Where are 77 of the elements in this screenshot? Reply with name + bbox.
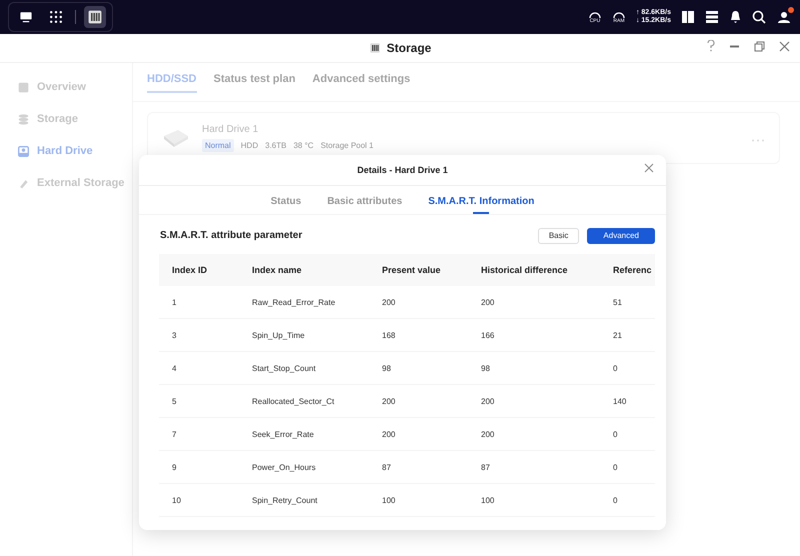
table-cell: 10 bbox=[159, 484, 251, 516]
drive-type: HDD bbox=[240, 141, 258, 150]
table-cell: Start_Stop_Count bbox=[251, 352, 381, 384]
table-cell: 140 bbox=[612, 384, 655, 418]
table-cell: 0 bbox=[612, 418, 655, 450]
panel-icon[interactable] bbox=[681, 10, 695, 24]
window-title: Storage bbox=[386, 41, 432, 55]
drive-name: Hard Drive 1 bbox=[202, 124, 260, 135]
drive-temperature: 38 °C bbox=[293, 141, 314, 150]
tab[interactable]: Status test plan bbox=[214, 71, 296, 93]
tab[interactable]: Status bbox=[270, 196, 302, 214]
table-cell: 0 bbox=[612, 450, 655, 484]
bell-icon[interactable] bbox=[729, 10, 742, 24]
table-cell: 1 bbox=[159, 286, 251, 318]
column-header: Historical difference bbox=[480, 254, 612, 286]
column-header: Index ID bbox=[159, 254, 251, 286]
table-cell: 4 bbox=[159, 352, 251, 384]
drive-pool: Storage Pool 1 bbox=[320, 141, 374, 150]
column-header: Referenc bbox=[612, 254, 655, 286]
table-cell: Spin_Retry_Count bbox=[251, 484, 381, 516]
table-cell: Raw_Read_Error_Rate bbox=[251, 286, 381, 318]
table-cell: 7 bbox=[159, 418, 251, 450]
storage-app-icon[interactable] bbox=[84, 6, 106, 28]
tab[interactable]: S.M.A.R.T. Information bbox=[428, 196, 534, 214]
table-cell: 98 bbox=[381, 352, 480, 384]
drive-icon bbox=[162, 128, 190, 148]
user-icon[interactable] bbox=[776, 10, 792, 24]
table-cell: Reallocated_Sector_Ct bbox=[251, 384, 381, 418]
storage-icon bbox=[18, 114, 29, 124]
sidebar-item[interactable]: Overview bbox=[0, 71, 132, 103]
table-cell: Seek_Error_Rate bbox=[251, 418, 381, 450]
table-cell: 0 bbox=[612, 484, 655, 516]
table-cell: 200 bbox=[381, 286, 480, 318]
table-cell: 168 bbox=[381, 318, 480, 352]
search-icon[interactable] bbox=[752, 10, 766, 24]
close-button[interactable] bbox=[644, 163, 654, 173]
column-header: Index name bbox=[251, 254, 381, 286]
table-cell: 98 bbox=[480, 352, 612, 384]
maximize-button[interactable] bbox=[754, 40, 765, 52]
table-cell: 5 bbox=[159, 384, 251, 418]
external-icon bbox=[18, 178, 29, 188]
tab[interactable]: Advanced settings bbox=[312, 71, 410, 93]
table-cell: Spin_Up_Time bbox=[251, 318, 381, 352]
table-cell: 51 bbox=[612, 286, 655, 318]
drive-size: 3.6TB bbox=[265, 141, 286, 150]
table-cell: 200 bbox=[381, 418, 480, 450]
mode-button[interactable]: Basic bbox=[538, 228, 580, 244]
table-cell: Power_On_Hours bbox=[251, 450, 381, 484]
table-cell: 166 bbox=[480, 318, 612, 352]
table-cell: 87 bbox=[381, 450, 480, 484]
server-icon[interactable] bbox=[705, 10, 719, 24]
table-cell: 200 bbox=[381, 384, 480, 418]
table-cell: 200 bbox=[480, 418, 612, 450]
table-cell: 3 bbox=[159, 318, 251, 352]
table-cell: 200 bbox=[480, 286, 612, 318]
sidebar-item[interactable]: Hard Drive bbox=[0, 135, 132, 167]
status-tag: Normal bbox=[202, 139, 234, 152]
column-header: Present value bbox=[381, 254, 480, 286]
table-cell: 9 bbox=[159, 450, 251, 484]
table-cell: 87 bbox=[480, 450, 612, 484]
sidebar-item[interactable]: Storage bbox=[0, 103, 132, 135]
tab[interactable]: HDD/SSD bbox=[147, 71, 197, 93]
section-title: S.M.A.R.T. attribute parameter bbox=[160, 230, 302, 241]
drive-icon bbox=[18, 146, 29, 156]
close-button[interactable] bbox=[779, 40, 790, 52]
sidebar-item[interactable]: External Storage bbox=[0, 167, 132, 199]
table-cell: 100 bbox=[381, 484, 480, 516]
table-cell: 0 bbox=[612, 352, 655, 384]
table-cell: 21 bbox=[612, 318, 655, 352]
mode-button[interactable]: Advanced bbox=[587, 228, 655, 244]
storage-app-icon bbox=[368, 42, 381, 54]
table-cell: 200 bbox=[480, 384, 612, 418]
table-cell: 100 bbox=[480, 484, 612, 516]
overview-icon bbox=[18, 82, 29, 92]
tab[interactable]: Basic attributes bbox=[327, 196, 402, 214]
dialog-title: Details - Hard Drive 1 bbox=[357, 165, 448, 175]
help-button[interactable] bbox=[707, 40, 715, 52]
